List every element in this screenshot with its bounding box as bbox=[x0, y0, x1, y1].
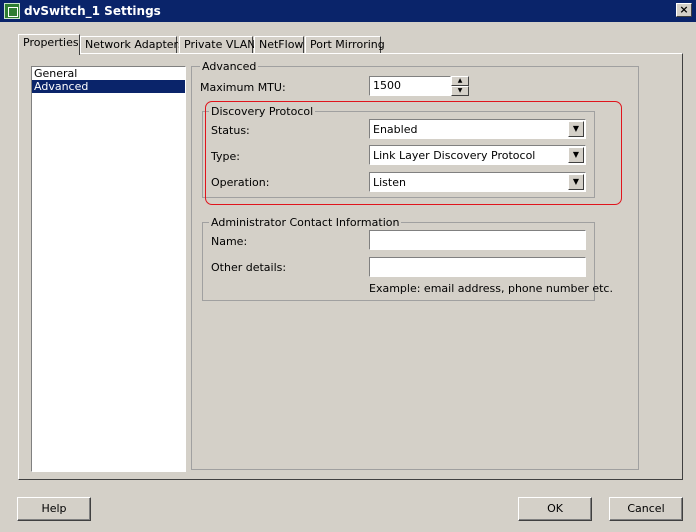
advanced-legend: Advanced bbox=[200, 60, 259, 73]
tab-properties[interactable]: Properties bbox=[18, 34, 80, 55]
list-item-general[interactable]: General bbox=[32, 67, 185, 80]
name-field[interactable] bbox=[369, 230, 586, 250]
window-title: dvSwitch_1 Settings bbox=[24, 4, 161, 18]
tab-network-adapters[interactable]: Network Adapters bbox=[80, 36, 184, 54]
name-label: Name: bbox=[211, 235, 248, 248]
other-details-field[interactable] bbox=[369, 257, 586, 277]
cancel-button[interactable]: Cancel bbox=[609, 497, 683, 521]
spin-down-icon[interactable]: ▼ bbox=[451, 86, 469, 96]
list-item-advanced[interactable]: Advanced bbox=[32, 80, 185, 93]
spin-up-icon[interactable]: ▲ bbox=[451, 76, 469, 86]
example-hint: Example: email address, phone number etc… bbox=[369, 282, 613, 295]
close-button[interactable]: × bbox=[676, 3, 692, 17]
title-bar: dvSwitch_1 Settings × bbox=[0, 0, 696, 22]
max-mtu-input[interactable]: 1500 bbox=[369, 76, 451, 96]
max-mtu-spinner[interactable]: 1500 ▲ ▼ bbox=[369, 76, 469, 96]
max-mtu-label: Maximum MTU: bbox=[200, 81, 286, 94]
ok-button[interactable]: OK bbox=[518, 497, 592, 521]
other-details-label: Other details: bbox=[211, 261, 287, 274]
tab-private-vlan[interactable]: Private VLAN bbox=[179, 36, 256, 54]
highlight-annotation bbox=[205, 101, 622, 205]
dvswitch-icon bbox=[4, 3, 20, 19]
settings-category-list[interactable]: General Advanced bbox=[31, 66, 186, 472]
tab-netflow[interactable]: NetFlow bbox=[254, 36, 304, 54]
help-button[interactable]: Help bbox=[17, 497, 91, 521]
tab-port-mirroring[interactable]: Port Mirroring bbox=[305, 36, 385, 54]
admin-contact-legend: Administrator Contact Information bbox=[209, 216, 402, 229]
